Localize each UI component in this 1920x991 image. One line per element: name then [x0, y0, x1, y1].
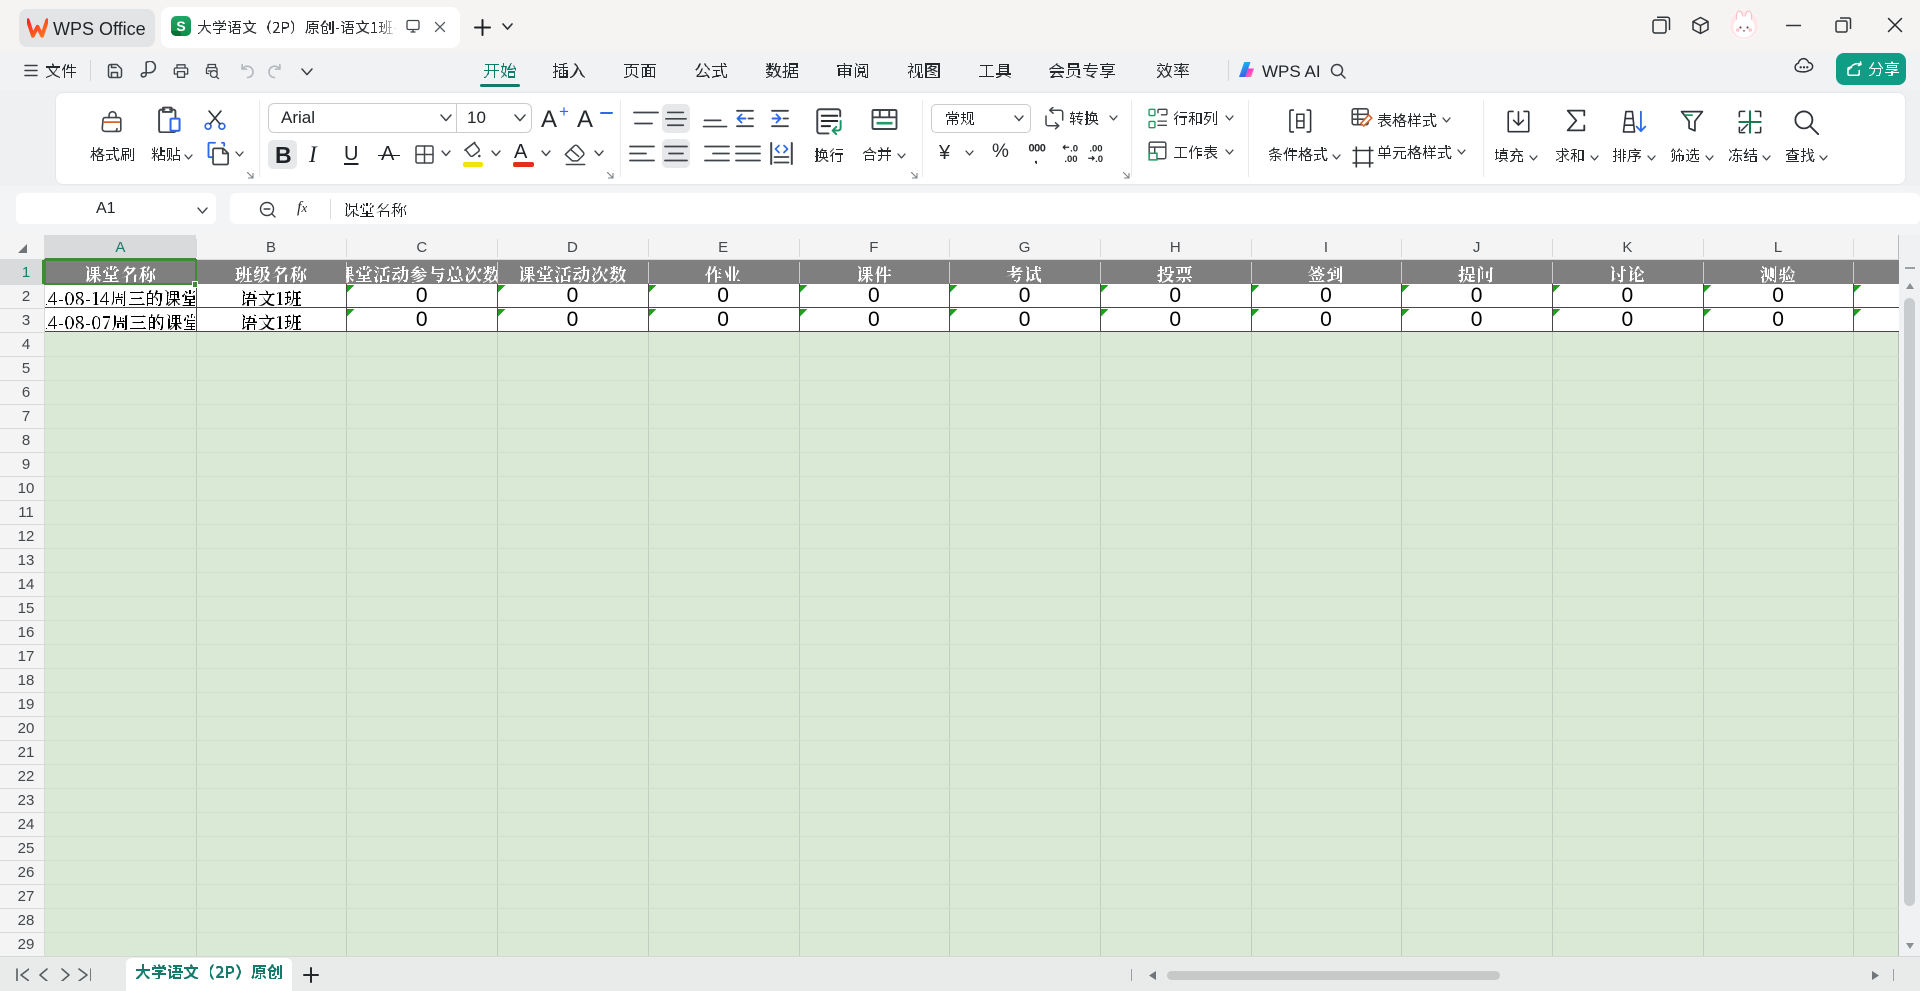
svg-text:.00: .00 — [1089, 144, 1102, 155]
svg-text:.00: .00 — [1064, 154, 1077, 164]
svg-text:.0: .0 — [1070, 144, 1078, 155]
svg-text:.0: .0 — [1095, 154, 1103, 164]
svg-text:,: , — [1034, 151, 1038, 164]
